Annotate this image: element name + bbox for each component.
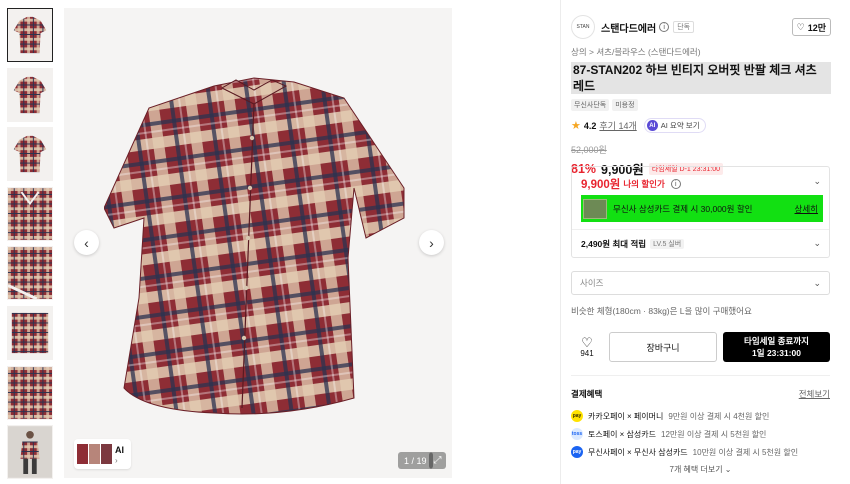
my-price-value: 9,900원 [581,179,621,191]
image-counter: 1 / 19 [398,452,433,469]
payment-more-button[interactable]: 7개 혜택 더보기 ⌄ [571,464,830,475]
original-price: 52,000원 [571,145,607,155]
payment-benefits-title: 결제혜택 [571,389,603,399]
chevron-left-icon: ‹ [84,234,89,251]
thumbnail-7[interactable] [7,365,53,420]
payment-brand: 토스페이 × 삼성카드 [588,429,656,439]
kakaopay-icon: pay [571,410,583,422]
brand-row: STAN 스탠다드에러 i 단독 ♡ 12만 [571,14,831,40]
ai-summary-label: AI 요약 보기 [660,121,700,130]
star-icon: ★ [571,120,581,132]
thumbnail-1[interactable] [7,8,53,62]
prev-image-button[interactable]: ‹ [74,230,99,255]
payment-benefits-header: 결제혜택 전체보기 [571,388,830,400]
buy-countdown: 1일 23:31:00 [752,348,801,358]
musinsapay-icon: pay [571,446,583,458]
like-button[interactable]: ♡ 941 [571,332,603,362]
list-item[interactable]: pay 무신사페이 × 무신사 삼성카드 10만원 이상 결제 시 5천원 할인 [571,443,830,461]
brand-like-button[interactable]: ♡ 12만 [791,18,831,36]
brand-logo[interactable]: STAN [571,15,595,39]
panel-divider [560,0,561,484]
heart-icon: ♡ [581,335,593,350]
my-price-row[interactable]: 9,900원 나의 할인가 i [581,176,681,192]
payment-brand: 무신사페이 × 무신사 삼성카드 [588,447,688,457]
thumbnail-4[interactable] [7,186,53,241]
rating-value: 4.2 [583,120,597,131]
product-chips: 무신사단독 미용정 [571,99,831,111]
card-promo-banner[interactable]: 무신사 삼성카드 결제 시 30,000원 할인 상세히 [581,195,823,222]
ai-badge: AI [115,444,124,455]
next-image-button[interactable]: › [419,230,444,255]
my-price-label: 나의 할인가 [623,179,665,189]
info-icon[interactable]: i [670,179,681,189]
info-icon[interactable]: i [659,22,670,32]
expand-icon[interactable]: ⤢ [429,452,446,469]
payment-desc: 9만원 이상 결제 시 4천원 할인 [668,411,770,421]
tosspay-icon: toss [571,428,583,440]
benefit-box: 9,900원 나의 할인가 i ⌄ 무신사 삼성카드 결제 시 30,000원 … [571,166,830,258]
chevron-down-icon[interactable]: ⌄ [813,238,821,249]
card-detail-link[interactable]: 상세히 [795,203,818,215]
card-image [583,198,607,219]
brand-exclusive-tag: 단독 [673,21,695,33]
ai-summary-button[interactable]: AI AI 요약 보기 [643,118,706,133]
shirt-image [104,77,405,415]
points-value: 2,490원 최대 적립 [581,239,647,249]
size-recommendation: 비슷한 체형(180cm · 83kg)은 L을 많이 구매했어요 [571,306,752,316]
thumbnail-rail [7,8,55,484]
thumbnail-2[interactable] [7,67,53,122]
main-product-image: ‹ › AI › 1 / 19 ⤢ [64,8,452,478]
rating-row: ★ 4.2 후기 14개 AI AI 요약 보기 [571,118,831,133]
buy-button[interactable]: 타임세일 종료까지 1일 23:31:00 [723,332,830,362]
payment-desc: 12만원 이상 결제 시 5천원 할인 [661,429,767,439]
divider [572,229,829,230]
review-link[interactable]: 후기 14개 [599,119,636,132]
chip-exclusive: 무신사단독 [571,99,610,111]
size-placeholder: 사이즈 [580,278,604,288]
payment-benefits-list: pay 카카오페이 × 페이머니 9만원 이상 결제 시 4천원 할인 toss… [571,407,830,461]
product-info-panel: STAN 스탠다드에러 i 단독 ♡ 12만 상의 > 셔츠/블라우스 (스탠다… [571,14,831,474]
ai-icon: AI [646,120,658,131]
buy-label: 타임세일 종료까지 [744,336,809,346]
size-select[interactable]: 사이즈 ⌄ [571,271,830,295]
chevron-right-icon: › [115,455,118,465]
member-level-tag: LV.5 실버 [650,239,685,249]
like-count: 941 [580,349,594,358]
add-to-cart-button[interactable]: 장바구니 [609,332,717,362]
action-bar: ♡ 941 장바구니 타임세일 종료까지 1일 23:31:00 [571,332,830,362]
chip-secondary: 미용정 [612,99,638,111]
points-row[interactable]: 2,490원 최대 적립 LV.5 실버 [581,238,685,250]
breadcrumb[interactable]: 상의 > 셔츠/블라우스 (스탠다드에러) [571,46,831,58]
divider [571,375,830,376]
chevron-down-icon: ⌄ [813,277,821,288]
list-item[interactable]: toss 토스페이 × 삼성카드 12만원 이상 결제 시 5천원 할인 [571,425,830,443]
brand-like-count: 12만 [807,22,826,33]
product-title: 87-STAN202 하브 빈티지 오버핏 반팔 체크 셔츠 레드 [571,62,831,94]
chevron-right-icon: › [429,234,434,251]
thumbnail-8-model[interactable] [7,425,53,480]
payment-brand: 카카오페이 × 페이머니 [588,411,664,421]
card-promo-text: 무신사 삼성카드 결제 시 30,000원 할인 [613,203,753,214]
brand-name[interactable]: 스탠다드에러 [601,20,656,35]
heart-icon: ♡ [796,21,805,32]
payment-desc: 10만원 이상 결제 시 5천원 할인 [692,447,799,457]
ai-mini-thumbs [77,444,112,464]
thumbnail-5[interactable] [7,246,53,301]
ai-similar-card[interactable]: AI › [74,439,131,469]
thumbnail-6[interactable] [7,305,53,360]
chevron-down-icon[interactable]: ⌄ [813,176,821,187]
thumbnail-3[interactable] [7,127,53,182]
payment-view-all-link[interactable]: 전체보기 [799,388,830,400]
list-item[interactable]: pay 카카오페이 × 페이머니 9만원 이상 결제 시 4천원 할인 [571,407,830,425]
